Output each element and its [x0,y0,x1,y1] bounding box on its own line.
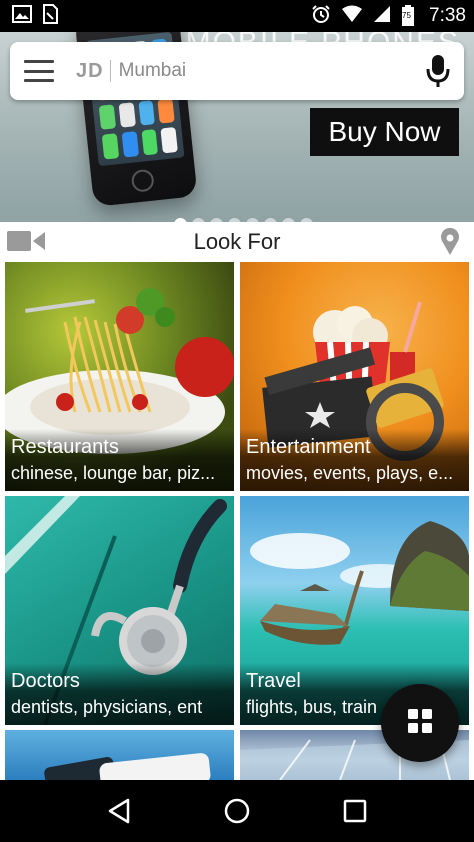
battery-level: 75 [402,11,411,20]
mobile-phones-image [44,753,211,780]
tile-caption: Restaurants chinese, lounge bar, piz... [5,429,234,491]
search-divider [109,60,111,82]
alarm-icon [311,4,331,28]
status-bar: 75 7:38 [0,0,474,32]
wifi-icon [341,5,363,27]
category-tile-entertainment[interactable]: Entertainment movies, events, plays, e..… [240,262,469,491]
home-icon[interactable] [217,791,257,831]
clock-time: 7:38 [429,5,466,26]
video-camera-icon[interactable] [6,228,46,258]
signal-icon [373,5,391,27]
categories-fab-button[interactable] [381,684,459,762]
look-for-title: Look For [193,229,281,254]
sim-icon [42,4,58,28]
category-subtitle: chinese, lounge bar, piz... [11,463,216,483]
search-bar[interactable]: JD Mumbai [10,42,464,100]
hamburger-menu-icon[interactable] [24,60,54,82]
back-icon[interactable] [99,791,139,831]
look-for-bar: Look For [0,222,474,262]
city-label[interactable]: Mumbai [119,60,426,82]
grid-icon [406,707,434,739]
location-pin-icon[interactable] [440,227,460,260]
category-tile-doctors[interactable]: Doctors dentists, physicians, ent [5,496,234,725]
category-tile-partial[interactable] [5,730,234,780]
category-subtitle: movies, events, plays, e... [246,463,454,483]
category-name: Restaurants [11,436,119,458]
category-name: Entertainment [246,436,371,458]
category-name: Doctors [11,670,80,692]
jd-logo: JD [76,59,104,82]
microphone-icon[interactable] [426,53,450,89]
category-subtitle: dentists, physicians, ent [11,697,203,717]
tile-caption: Entertainment movies, events, plays, e..… [240,429,469,491]
app-root: 75 7:38 MOBILE PHONES [0,0,474,842]
category-tile-restaurants[interactable]: Restaurants chinese, lounge bar, piz... [5,262,234,491]
system-nav-bar [0,780,474,842]
image-icon [12,5,32,27]
buy-now-button[interactable]: Buy Now [310,108,459,156]
recents-icon[interactable] [335,791,375,831]
tile-caption: Doctors dentists, physicians, ent [5,663,234,725]
battery-icon: 75 [401,5,415,27]
